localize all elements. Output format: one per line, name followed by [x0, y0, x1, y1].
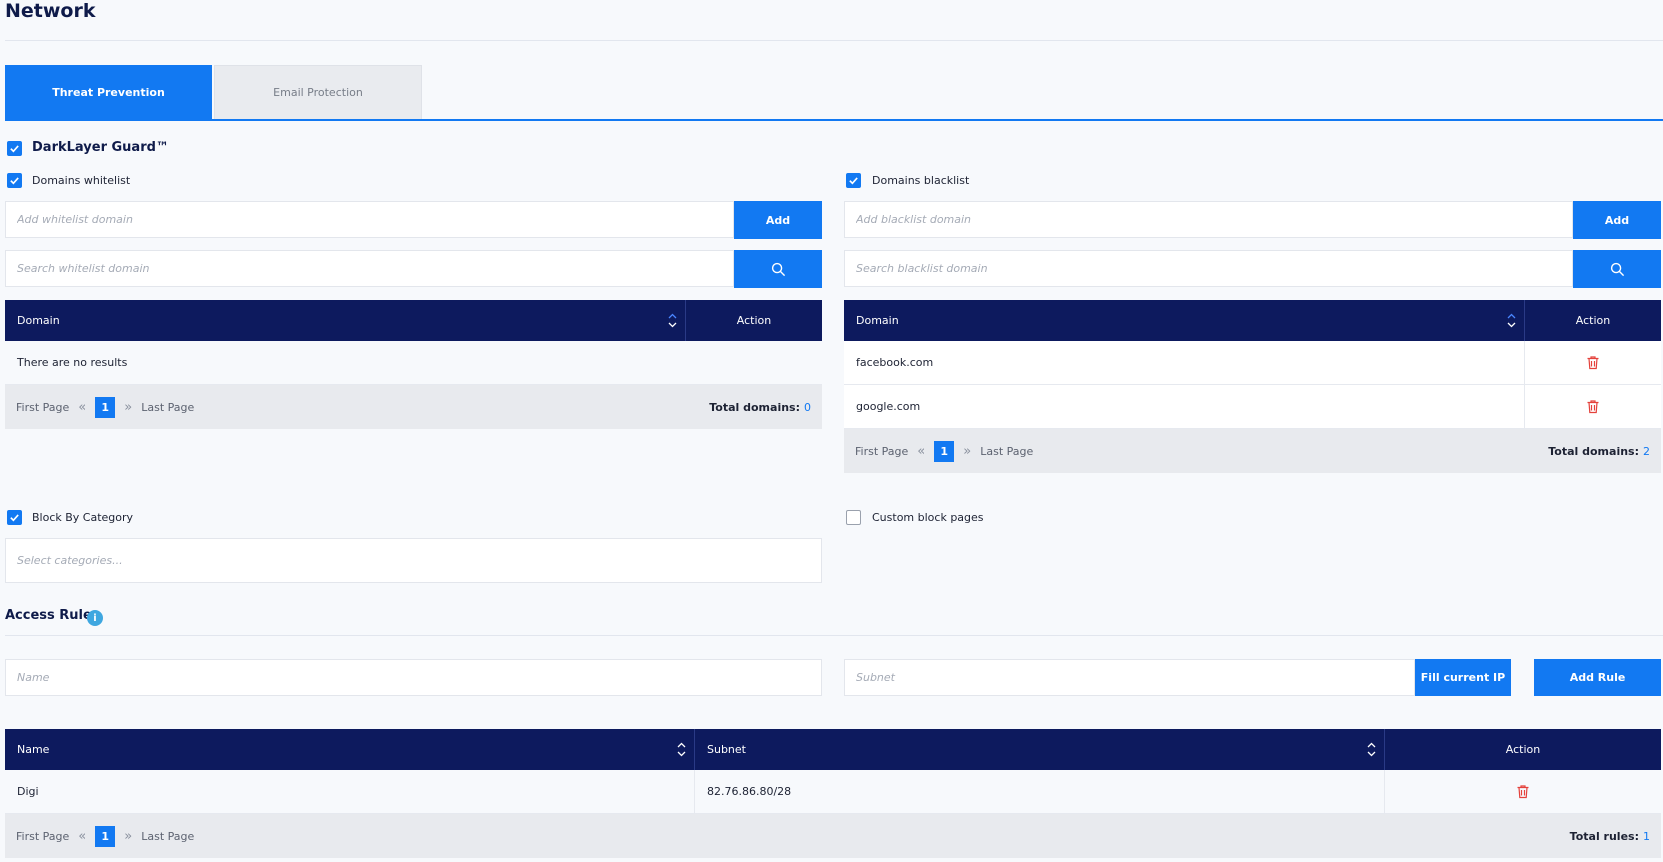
- tab-email-protection[interactable]: Email Protection: [214, 65, 422, 120]
- column-name[interactable]: Name: [5, 729, 695, 770]
- trash-icon[interactable]: [1586, 355, 1600, 370]
- table-row: facebook.com: [844, 341, 1661, 385]
- sort-icon[interactable]: [677, 741, 686, 758]
- pagination: First Page « 1 » Last Page: [16, 825, 194, 847]
- first-page-link[interactable]: First Page: [855, 445, 908, 458]
- search-icon: [1610, 262, 1624, 276]
- table-footer: First Page « 1 » Last Page Total rules: 1: [5, 814, 1661, 858]
- column-subnet[interactable]: Subnet: [695, 729, 1385, 770]
- blacklist-label: Domains blacklist: [872, 174, 970, 187]
- prev-page-icon[interactable]: «: [917, 444, 925, 459]
- action-cell: [1525, 385, 1661, 428]
- sort-icon[interactable]: [1367, 741, 1376, 758]
- whitelist-search-input[interactable]: [5, 250, 734, 287]
- last-page-link[interactable]: Last Page: [141, 401, 194, 414]
- access-rule-title: Access Rule: [5, 608, 92, 623]
- prev-page-icon[interactable]: «: [78, 400, 86, 415]
- table-footer: First Page « 1 » Last Page Total domains…: [5, 385, 822, 429]
- whitelist-search-button[interactable]: [734, 250, 822, 288]
- empty-message: There are no results: [17, 356, 128, 369]
- column-action: Action: [1575, 314, 1611, 327]
- first-page-link[interactable]: First Page: [16, 401, 69, 414]
- trash-icon[interactable]: [1586, 399, 1600, 414]
- table-header: Domain Action: [844, 300, 1661, 341]
- table-footer: First Page « 1 » Last Page Total domains…: [844, 429, 1661, 473]
- page-number[interactable]: 1: [95, 396, 116, 418]
- search-icon: [771, 262, 785, 276]
- table-row: There are no results: [5, 341, 822, 385]
- check-icon: [10, 145, 19, 153]
- add-rule-button[interactable]: Add Rule: [1534, 659, 1661, 696]
- check-icon: [10, 177, 19, 185]
- domain-cell: facebook.com: [844, 341, 1525, 384]
- first-page-link[interactable]: First Page: [16, 830, 69, 843]
- total-domains: Total domains: 2: [1548, 444, 1650, 458]
- page-number[interactable]: 1: [95, 825, 116, 847]
- tab-threat-prevention[interactable]: Threat Prevention: [5, 65, 212, 120]
- blacklist-add-button[interactable]: Add: [1573, 201, 1661, 239]
- darklayer-label: DarkLayer Guard™: [32, 140, 169, 155]
- whitelist-label: Domains whitelist: [32, 174, 131, 187]
- rule-name-cell: Digi: [5, 770, 695, 813]
- next-page-icon[interactable]: »: [124, 829, 132, 844]
- blacklist-search-input[interactable]: [844, 250, 1573, 287]
- category-label: Block By Category: [32, 511, 134, 524]
- check-icon: [849, 177, 858, 185]
- next-page-icon[interactable]: »: [963, 444, 971, 459]
- pagination: First Page « 1 » Last Page: [16, 396, 194, 418]
- blacklist-checkbox[interactable]: [846, 173, 861, 188]
- custom-block-checkbox[interactable]: [846, 510, 861, 525]
- blacklist-table: Domain Action facebook.com google.com Fi…: [844, 300, 1661, 473]
- whitelist-add-input[interactable]: [5, 201, 734, 238]
- total-domains: Total domains: 0: [709, 400, 811, 414]
- tab-underline: [5, 119, 1663, 121]
- category-select[interactable]: Select categories...: [5, 538, 822, 583]
- column-action: Action: [1505, 743, 1541, 756]
- page-number[interactable]: 1: [934, 440, 955, 462]
- sort-icon[interactable]: [1507, 312, 1516, 329]
- table-row: Digi 82.76.86.80/28: [5, 770, 1661, 814]
- blacklist-search-button[interactable]: [1573, 250, 1661, 288]
- table-header: Name Subnet Action: [5, 729, 1661, 770]
- column-domain[interactable]: Domain: [844, 300, 1525, 341]
- next-page-icon[interactable]: »: [124, 400, 132, 415]
- prev-page-icon[interactable]: «: [78, 829, 86, 844]
- domain-cell: google.com: [844, 385, 1525, 428]
- rule-subnet-input[interactable]: [844, 659, 1415, 696]
- title-divider: [5, 40, 1663, 41]
- check-icon: [10, 514, 19, 522]
- info-icon[interactable]: i: [87, 610, 103, 626]
- column-domain[interactable]: Domain: [5, 300, 686, 341]
- table-header: Domain Action: [5, 300, 822, 341]
- action-cell: [1525, 341, 1661, 384]
- last-page-link[interactable]: Last Page: [980, 445, 1033, 458]
- last-page-link[interactable]: Last Page: [141, 830, 194, 843]
- whitelist-add-button[interactable]: Add: [734, 201, 822, 239]
- access-rule-table: Name Subnet Action Digi 82.76.86.80/28 F…: [5, 729, 1661, 858]
- blacklist-add-input[interactable]: [844, 201, 1573, 238]
- total-rules: Total rules: 1: [1569, 829, 1650, 843]
- access-rule-divider: [5, 635, 1663, 636]
- page-title: Network: [5, 0, 96, 22]
- darklayer-checkbox[interactable]: [7, 141, 22, 156]
- custom-block-label: Custom block pages: [872, 511, 984, 524]
- whitelist-table: Domain Action There are no results First…: [5, 300, 822, 429]
- table-row: google.com: [844, 385, 1661, 429]
- action-cell: [1385, 770, 1661, 813]
- whitelist-checkbox[interactable]: [7, 173, 22, 188]
- column-action: Action: [736, 314, 772, 327]
- trash-icon[interactable]: [1516, 784, 1530, 799]
- fill-current-ip-button[interactable]: Fill current IP: [1415, 659, 1511, 696]
- rule-name-input[interactable]: [5, 659, 822, 696]
- category-checkbox[interactable]: [7, 510, 22, 525]
- sort-icon[interactable]: [668, 312, 677, 329]
- rule-subnet-cell: 82.76.86.80/28: [695, 770, 1385, 813]
- pagination: First Page « 1 » Last Page: [855, 440, 1033, 462]
